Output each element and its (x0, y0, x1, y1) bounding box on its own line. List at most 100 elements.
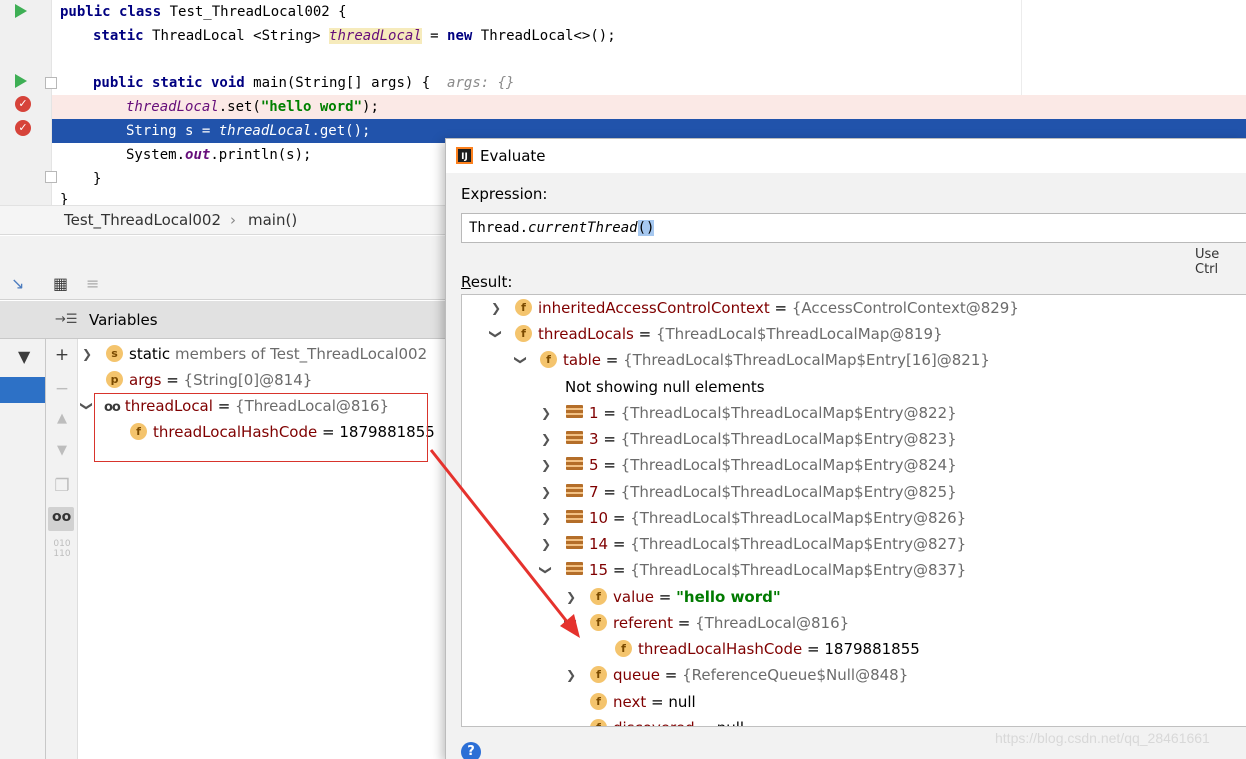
highlight-box (94, 393, 428, 462)
move-down-icon[interactable]: ▼ (46, 443, 78, 458)
dialog-titlebar[interactable]: IJ Evaluate (446, 139, 1246, 173)
code-line[interactable]: public static void main(String[] args) {… (52, 71, 1246, 95)
collapse-arrow-icon[interactable]: ❯ (508, 353, 534, 367)
var-name: args (129, 371, 162, 389)
field-value: {ThreadLocal$ThreadLocalMap@819} (655, 325, 943, 343)
code-token: .println(s); (210, 147, 312, 163)
equals-sign: = (598, 404, 621, 422)
static-badge-icon: s (106, 345, 123, 362)
entry-value: {ThreadLocal$ThreadLocalMap$Entry@822} (620, 404, 957, 422)
breakpoint-icon[interactable]: ✓ (15, 96, 31, 112)
field-value: {ThreadLocal@816} (695, 614, 850, 632)
breakpoint-icon[interactable]: ✓ (15, 120, 31, 136)
class-name: Test_ThreadLocal002 { (169, 4, 347, 20)
array-entry-icon (566, 562, 583, 575)
collapse-arrow-icon[interactable]: ❯ (533, 563, 559, 577)
field-ref: threadLocal (218, 123, 312, 139)
equals-sign: = (769, 299, 792, 317)
expression-method: currentThread (528, 220, 638, 236)
run-to-cursor-icon[interactable]: ↘ (11, 274, 24, 293)
field-ref: threadLocal (126, 99, 219, 115)
expand-arrow-icon[interactable]: ❯ (539, 531, 553, 557)
inline-hint: args: {} (447, 75, 515, 91)
run-class-icon[interactable] (15, 4, 27, 18)
var-desc: members of Test_ThreadLocal002 (174, 345, 428, 363)
field-name: referent (613, 614, 674, 632)
array-entry-icon (566, 405, 583, 418)
field-badge-icon: f (590, 693, 607, 710)
binary-view-icon[interactable]: 010 110 (46, 539, 78, 559)
breadcrumb-method[interactable]: main() (248, 211, 297, 229)
expand-arrow-icon[interactable]: ❯ (564, 662, 578, 688)
field-name: inheritedAccessControlContext (538, 299, 770, 317)
array-entry-icon (566, 536, 583, 549)
move-up-icon[interactable]: ▲ (46, 411, 78, 426)
help-button[interactable]: ? (461, 742, 481, 759)
selected-frame[interactable] (0, 377, 45, 403)
field-ref: out (185, 147, 211, 163)
result-label-mnemonic: R (461, 273, 471, 291)
hint-text: Use Ctrl (1195, 247, 1220, 277)
expand-arrow-icon[interactable]: ❯ (489, 295, 503, 321)
expand-arrow-icon[interactable]: ❯ (539, 452, 553, 478)
code-line[interactable]: static ThreadLocal <String> threadLocal … (52, 24, 1246, 48)
string-literal: "hello word" (260, 99, 363, 115)
expand-arrow-icon[interactable]: ❯ (539, 479, 553, 505)
breadcrumb-separator: › (230, 211, 236, 229)
equals-sign: = (646, 693, 669, 711)
dialog-title: Evaluate (480, 147, 546, 165)
array-entry-icon (566, 510, 583, 523)
equals-sign: = (802, 640, 825, 658)
breakpoint-line[interactable]: threadLocal.set("hello word"); (52, 95, 1246, 119)
remove-watch-icon[interactable]: − (46, 379, 78, 399)
intellij-logo-icon: IJ (456, 147, 473, 164)
add-watch-icon[interactable]: + (46, 345, 78, 365)
entry-value: {ThreadLocal$ThreadLocalMap$Entry@826} (630, 509, 967, 527)
code-token: System. (126, 147, 186, 163)
keyword: public static void (93, 75, 245, 91)
keyword: new (447, 28, 473, 44)
entry-index: 7 (589, 483, 599, 501)
collapse-arrow-icon[interactable]: ❯ (558, 616, 584, 630)
equals-sign: = (598, 430, 621, 448)
expand-arrow-icon[interactable]: ❯ (80, 341, 94, 367)
filter-icon[interactable]: ▼ (18, 347, 30, 366)
expand-arrow-icon[interactable]: ❯ (539, 426, 553, 452)
equals-sign: = (608, 535, 631, 553)
field-name: value (613, 588, 654, 606)
expression-input[interactable]: Thread.currentThread() (461, 213, 1246, 243)
expand-arrow-icon[interactable]: ❯ (539, 505, 553, 531)
field-badge-icon: f (590, 719, 607, 726)
expand-arrow-icon[interactable]: ❯ (539, 400, 553, 426)
evaluate-dialog[interactable]: IJ Evaluate Expression: Thread.currentTh… (445, 138, 1246, 759)
keyword: public class (60, 4, 162, 20)
entry-index: 1 (589, 404, 599, 422)
equals-sign: = (598, 456, 621, 474)
entry-index: 14 (589, 535, 609, 553)
collapse-arrow-icon[interactable]: ❯ (483, 327, 509, 341)
field-value: {ReferenceQueue$Null@848} (682, 666, 909, 684)
run-main-icon[interactable] (15, 74, 27, 88)
expand-arrow-icon[interactable]: ❯ (564, 584, 578, 610)
code-token: .set( (218, 99, 261, 115)
field-type: ThreadLocal <String> (152, 28, 321, 44)
var-name: static (129, 345, 171, 363)
field-name: discovered (613, 719, 695, 726)
evaluate-expression-icon[interactable]: ▦ (53, 274, 68, 293)
breadcrumb-file[interactable]: Test_ThreadLocal002 (64, 211, 221, 229)
code-line[interactable]: public class Test_ThreadLocal002 { (52, 0, 1246, 24)
variables-title: Variables (89, 311, 158, 329)
copy-icon[interactable]: ❐ (46, 476, 78, 496)
field-badge-icon: f (515, 325, 532, 342)
result-tree[interactable]: ❯ f inheritedAccessControlContext = {Acce… (461, 294, 1246, 727)
equals-sign: = (161, 371, 184, 389)
trace-stream-icon[interactable]: ≡ (86, 274, 99, 293)
closing-brace: } (60, 192, 69, 205)
breadcrumb: Test_ThreadLocal002 › main() (0, 205, 446, 235)
code-token: .get(); (311, 123, 371, 139)
field-value: 1879881855 (824, 640, 920, 658)
main-signature: main(String[] args) { (253, 75, 431, 91)
equals-sign: = (653, 588, 677, 606)
keyword: static (93, 28, 144, 44)
info-row: Not showing null elements (565, 374, 765, 400)
